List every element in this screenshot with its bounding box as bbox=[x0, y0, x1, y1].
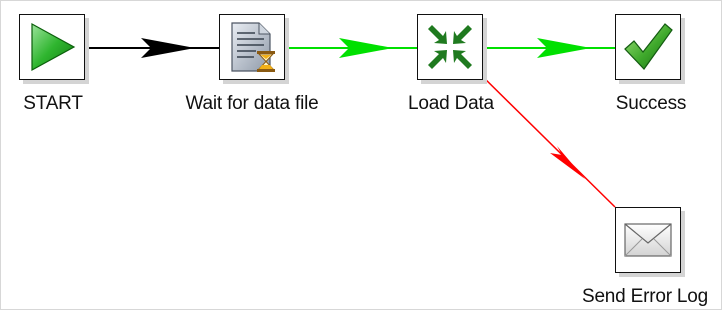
step-success[interactable] bbox=[615, 14, 681, 80]
job-canvas[interactable]: START Wa bbox=[0, 0, 722, 310]
hop-load-to-success[interactable] bbox=[483, 38, 615, 58]
step-send-error-log[interactable] bbox=[615, 207, 681, 273]
document-hourglass-icon bbox=[231, 22, 275, 72]
hop-load-to-error[interactable] bbox=[474, 68, 616, 208]
hop-wait-to-load[interactable] bbox=[285, 38, 417, 58]
play-icon bbox=[31, 22, 76, 72]
compress-arrows-icon bbox=[428, 25, 472, 69]
step-load-data[interactable] bbox=[417, 14, 483, 80]
step-wait-for-data-file[interactable] bbox=[219, 14, 285, 80]
hop-layer bbox=[86, 38, 616, 208]
checkmark-icon bbox=[624, 23, 673, 70]
hop-start-to-wait[interactable] bbox=[86, 38, 219, 58]
envelope-icon bbox=[624, 223, 672, 257]
step-start[interactable] bbox=[19, 14, 85, 80]
